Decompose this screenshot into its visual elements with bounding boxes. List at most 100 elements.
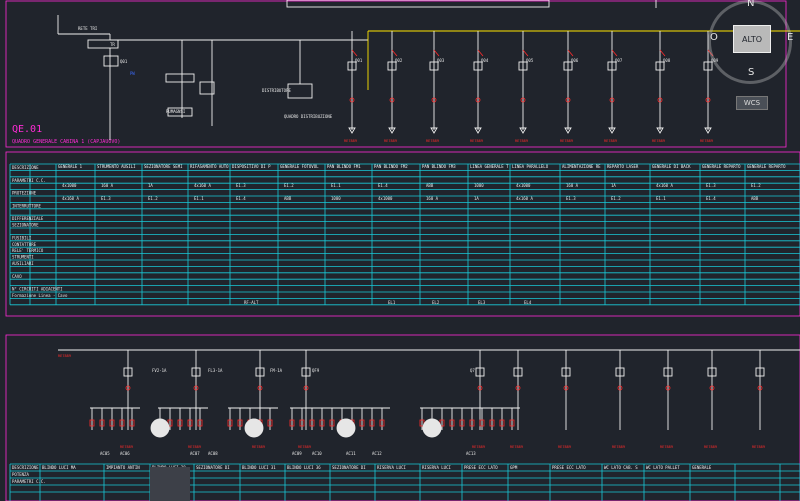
breaker-contact [567,49,574,57]
table-cell: 160 A [566,183,579,188]
table-col-header: PAN BLINDO FM2 [374,164,408,169]
outgoing-ref: RE7889 [384,139,397,143]
table-col-header: GENERALE DI BACK [652,164,691,169]
cad-viewport[interactable]: QE.01 QUADRO GENERALE CABINA 1 (CAPJAUOVO… [0,0,800,501]
lower-ref-label: RE7889 [510,445,523,449]
table-bottom-ref: EL2 [432,300,440,305]
table-col-header: LINEA PARALLELO [512,164,549,169]
motor-symbol [422,418,442,438]
mid-ref: FV2-1A [152,368,167,373]
breaker-contact [391,49,398,57]
mid-label: AC11 [346,451,356,456]
breaker-label: Q04 [481,58,489,63]
table-cell: E1.3 [236,183,246,188]
btable-col-header: PRESE ECC LATO [464,465,498,470]
table-col-header: GENERALE REPARTO [747,164,786,169]
table-cell: 1A [611,183,616,188]
breaker-label: Q03 [437,58,445,63]
electrical-drawing: QE.01 QUADRO GENERALE CABINA 1 (CAPJAUOVO… [5,0,800,501]
breaker-label: Q01 [355,58,363,63]
outgoing-ref: RE7889 [652,139,665,143]
btable-col-header: RISERVA LUCI [377,465,406,470]
table-cell: E1.3 [566,196,576,201]
mid-label: AC09 [292,451,302,456]
btable-row-header: POTENZA [12,472,29,477]
compass-west[interactable]: O [710,32,718,43]
btable-col-header: IMPIANTO ANTIN [106,465,140,470]
table-cell: E1.2 [284,183,294,188]
table-row-header: Formazione Linea - Cavo [12,293,68,298]
breaker-label: Q07 [615,58,623,63]
mid-label: AC10 [312,451,322,456]
btable-col-header: BLINDO LUCI 36 [287,465,321,470]
table-col-header: PAN BLINDO FM1 [327,164,361,169]
wcs-menu-button[interactable]: WCS [736,96,768,110]
pw-mark: PW [130,71,135,76]
outgoing-ref: RE7889 [470,139,483,143]
lower-ref-label: RE7889 [660,445,673,449]
breaker-label: Q08 [663,58,671,63]
lower-ref-label: RE7889 [752,445,765,449]
lower-ref-label: RE7889 [188,445,201,449]
distrib-box [287,83,313,99]
aux-label2: DISTRIBUTORE [262,88,291,93]
selected-cell [150,467,190,501]
table-col-header: GENERALE FOTOVOL [280,164,319,169]
table-col-header: ALIMENTAZIONE RE [562,164,601,169]
table-cell: E1.2 [751,183,761,188]
table-col-header: PAN BLINDO FM3 [422,164,456,169]
aux-label3: QUADRO DISTRIBUZIONE [284,114,333,119]
table-cell: 1A [148,183,153,188]
btable-row-header: DESCRIZIONE [12,465,39,470]
table-col-header: SEZIONATORE SEMI [144,164,183,169]
btable-col-header: WC LATO PALLET [646,465,680,470]
table-col-header: RIFASAMENTO AUTO [190,164,229,169]
outgoing-ref: RE7889 [426,139,439,143]
table-cell: ABB [751,196,759,201]
table-row-header: DESCRIZIONE [12,165,39,170]
table-cell: E1.4 [706,196,716,201]
btable-col-header: SEZIONATORE DI [196,465,230,470]
upper-frame [5,0,787,148]
breaker-label: Q06 [571,58,579,63]
aux-box [165,73,195,83]
btable-col-header: PRESE ECC LATO [552,465,586,470]
lower-ref-label: RE7889 [612,445,625,449]
table-row-header: RELE' TERMICO [12,248,44,253]
table-bottom-ref: RF-ALT [244,300,259,305]
table-row-header: SEZIONATORE [12,223,39,228]
breaker-contact [611,49,618,57]
top-ref: RETE TRI [78,26,98,31]
table-col-header: GENERALE 1 [58,164,83,169]
compass-south[interactable]: S [748,67,754,78]
panel-id: QE.01 [12,124,42,135]
breaker-contact [659,49,666,57]
mid-ref: Q7 [470,368,475,373]
table-cell: ABB [284,196,292,201]
breaker-contact [522,49,529,57]
motor-symbol [244,418,264,438]
table-cell: 4x160 A [194,183,211,188]
table-col-header: LINEA GENERALE T [470,164,509,169]
aux-label: RUMAGNSI [166,109,186,114]
breaker-contact [351,49,358,57]
compass-east[interactable]: E [787,32,793,43]
btable-col-header: RISERVA LUCI [422,465,451,470]
table-col-header: DISPOSITIVO DI P [232,164,271,169]
btable-row-header: PARAMETRI C.C. [12,479,46,484]
mid-label: AC13 [466,451,476,456]
outgoing-ref: RE7889 [344,139,357,143]
table-row-header: N° CIRCUITI ADIACENTI [12,287,63,292]
btable-col-header: GPM [510,465,518,470]
lower-ref-label: RE7889 [558,445,571,449]
lower-frame [5,334,800,501]
mid-label: AC07 [190,451,200,456]
compass-north[interactable]: N [747,0,754,9]
table-row-header: CAVO [12,274,22,279]
breaker-contact [433,49,440,57]
mid-ref: QF9 [312,368,320,373]
lower-ref-label: RE7889 [298,445,311,449]
btable-col-header: BLINDO LUCI 31 [242,465,276,470]
viewcube-top-face[interactable]: ALTO [733,25,771,53]
mid-label: AC08 [208,451,218,456]
